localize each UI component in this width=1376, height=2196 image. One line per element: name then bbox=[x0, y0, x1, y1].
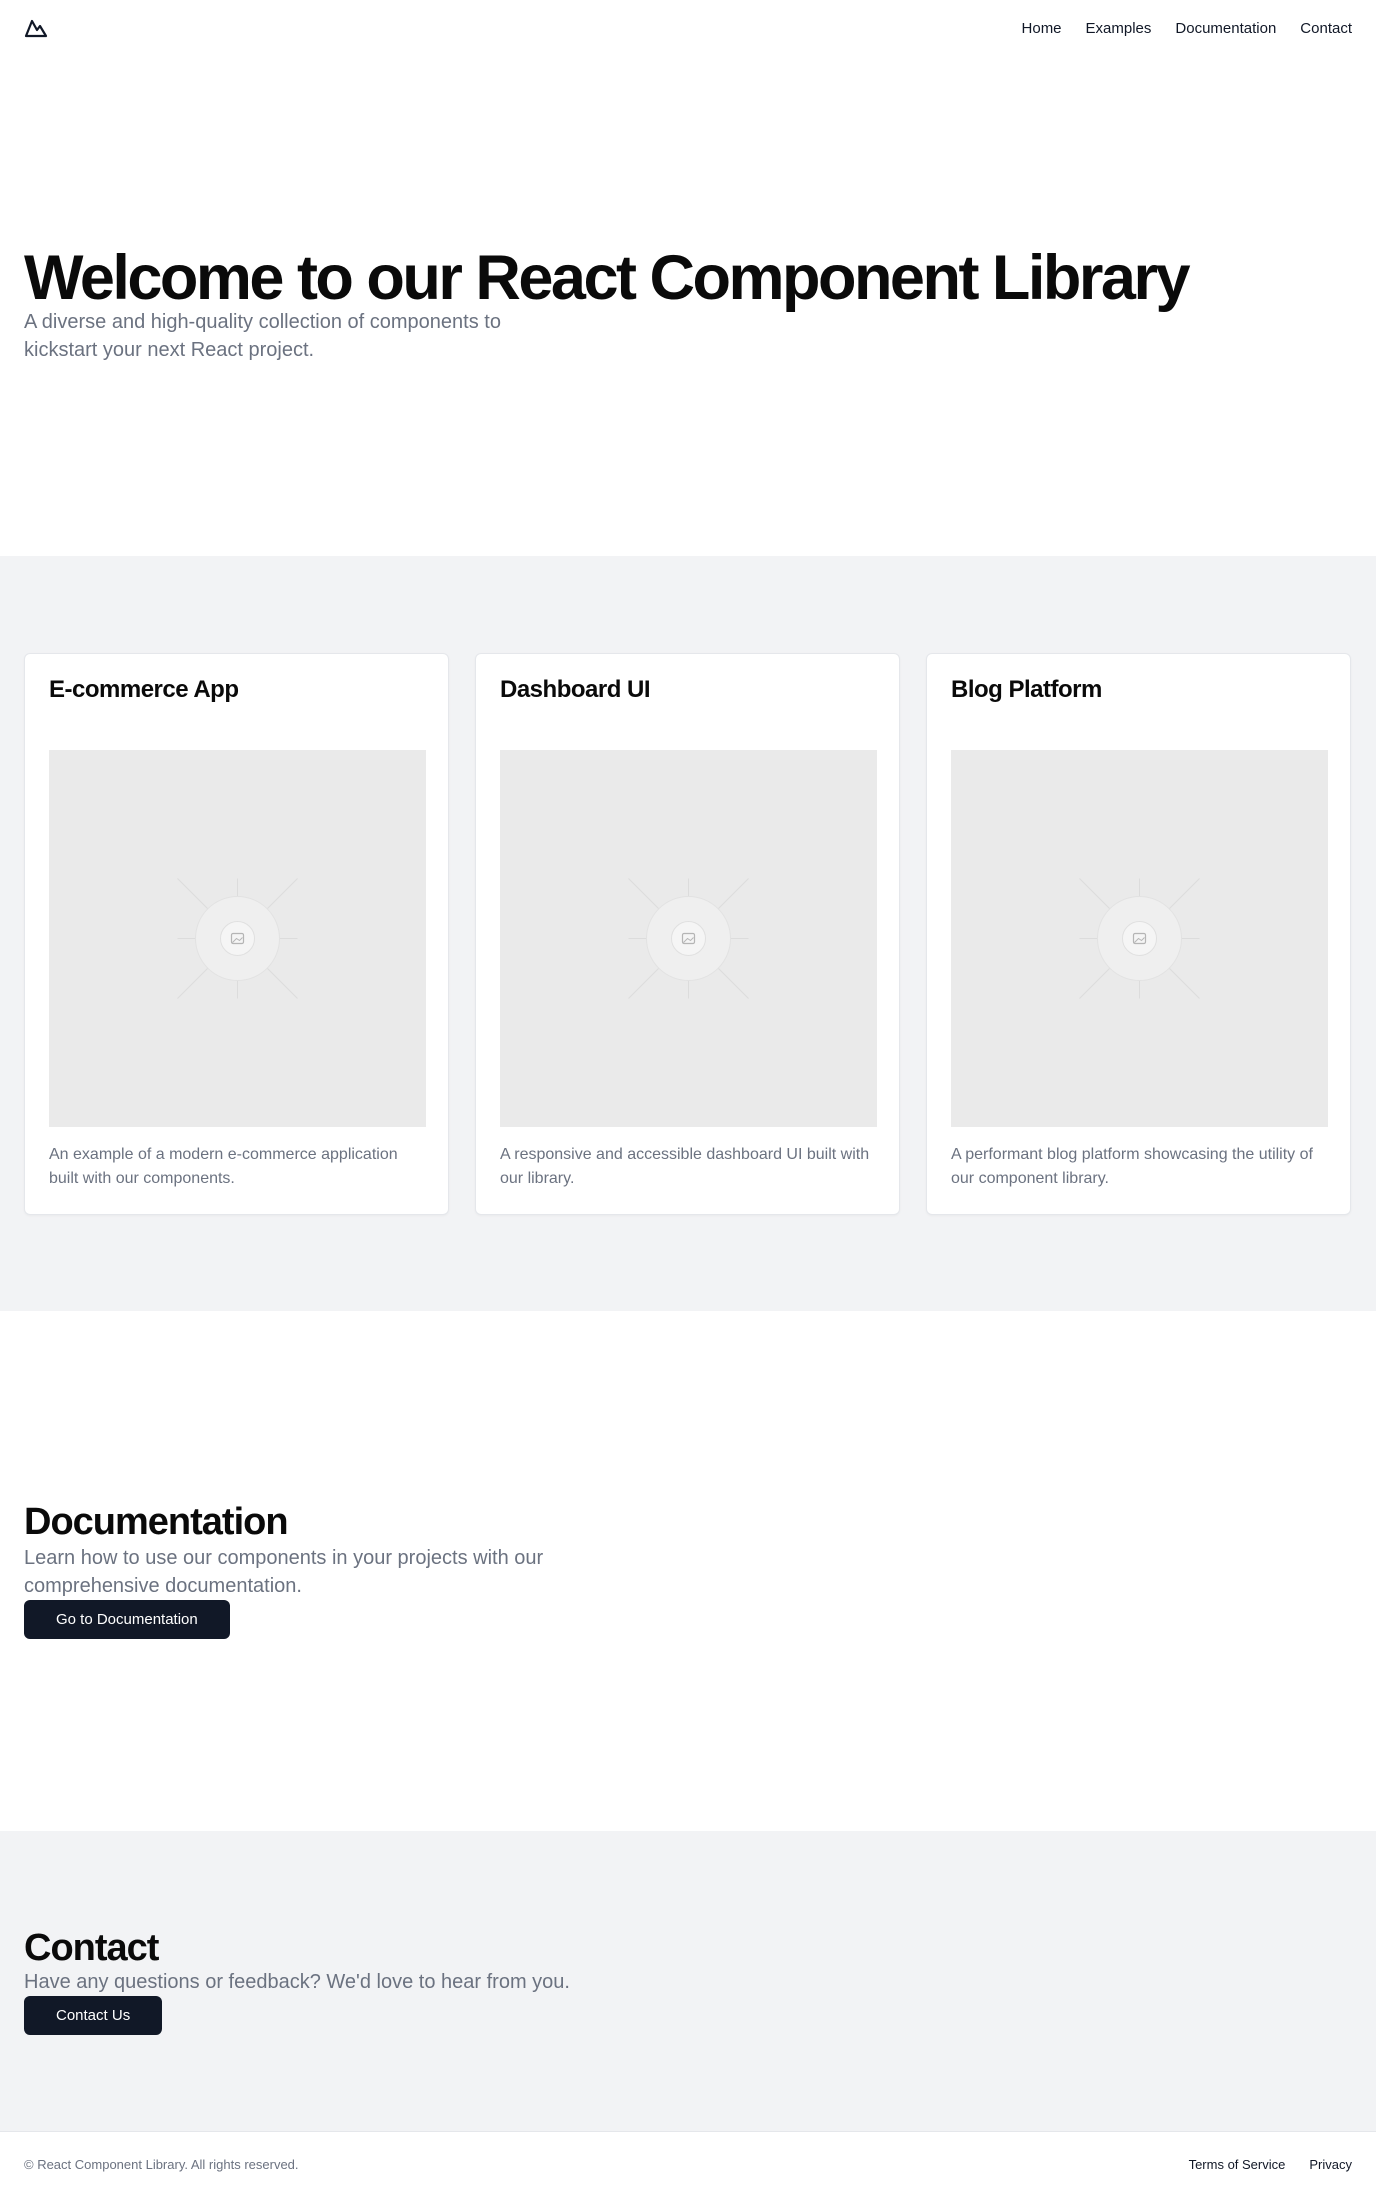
contact-us-button[interactable]: Contact Us bbox=[24, 1996, 163, 2035]
example-cards: E-commerce App An example of a modern e-… bbox=[24, 653, 1351, 1215]
nav-link-contact[interactable]: Contact bbox=[1300, 20, 1352, 37]
terms-of-service-link[interactable]: Terms of Service bbox=[1189, 2157, 1286, 2172]
site-footer: © React Component Library. All rights re… bbox=[0, 2131, 1376, 2196]
documentation-section: Documentation Learn how to use our compo… bbox=[0, 1311, 1376, 1831]
card-image bbox=[49, 750, 426, 1127]
image-placeholder-icon bbox=[628, 878, 749, 999]
page: Home Examples Documentation Contact Welc… bbox=[0, 0, 1376, 2196]
card-title: Dashboard UI bbox=[500, 676, 651, 703]
nav-link-home[interactable]: Home bbox=[1022, 20, 1062, 37]
logo-link[interactable] bbox=[24, 16, 48, 40]
site-header: Home Examples Documentation Contact bbox=[0, 0, 1376, 56]
example-card-blog[interactable]: Blog Platform A performant blog platform… bbox=[926, 653, 1351, 1215]
image-placeholder-icon bbox=[1079, 878, 1200, 999]
documentation-title: Documentation bbox=[24, 1501, 289, 1543]
mountain-icon bbox=[24, 19, 48, 38]
card-title: E-commerce App bbox=[49, 676, 239, 703]
hero-title: Welcome to our React Component Library bbox=[24, 243, 1191, 313]
main-nav: Home Examples Documentation Contact bbox=[1022, 20, 1352, 37]
go-to-documentation-button[interactable]: Go to Documentation bbox=[24, 1600, 230, 1639]
privacy-link[interactable]: Privacy bbox=[1309, 2157, 1352, 2172]
nav-link-documentation[interactable]: Documentation bbox=[1175, 20, 1276, 37]
documentation-text: Learn how to use our components in your … bbox=[24, 1547, 544, 1597]
card-title: Blog Platform bbox=[951, 676, 1102, 703]
example-card-dashboard[interactable]: Dashboard UI A responsive and accessible… bbox=[475, 653, 900, 1215]
hero-subtitle: A diverse and high-quality collection of… bbox=[24, 311, 501, 361]
card-description: An example of a modern e-commerce applic… bbox=[49, 1146, 398, 1187]
examples-section: E-commerce App An example of a modern e-… bbox=[0, 556, 1376, 1311]
hero-section: Welcome to our React Component Library A… bbox=[0, 56, 1376, 556]
contact-text: Have any questions or feedback? We'd lov… bbox=[24, 1971, 570, 1993]
card-description: A performant blog platform showcasing th… bbox=[951, 1146, 1313, 1187]
footer-copyright: © React Component Library. All rights re… bbox=[24, 2156, 299, 2172]
contact-section: Contact Have any questions or feedback? … bbox=[0, 1831, 1376, 2131]
nav-link-examples[interactable]: Examples bbox=[1086, 20, 1152, 37]
image-placeholder-icon bbox=[177, 878, 298, 999]
card-image bbox=[500, 750, 877, 1127]
contact-title: Contact bbox=[24, 1927, 159, 1969]
card-description: A responsive and accessible dashboard UI… bbox=[500, 1146, 870, 1187]
footer-links: Terms of Service Privacy bbox=[1189, 2157, 1352, 2172]
card-image bbox=[951, 750, 1328, 1127]
example-card-ecommerce[interactable]: E-commerce App An example of a modern e-… bbox=[24, 653, 449, 1215]
